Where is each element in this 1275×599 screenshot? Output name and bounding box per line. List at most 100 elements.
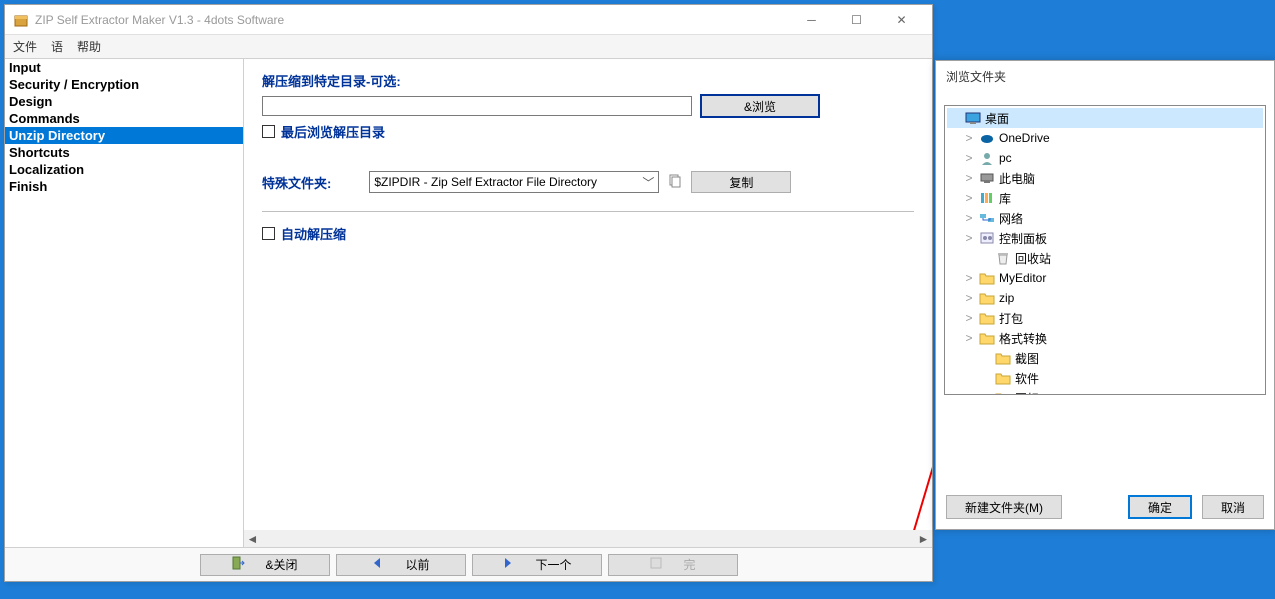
folder-tree[interactable]: 桌面>OneDrive>pc>此电脑>库>网络>控制面板回收站>MyEditor… xyxy=(944,105,1266,395)
tree-item[interactable]: > 此电脑 xyxy=(947,168,1263,188)
divider xyxy=(262,211,914,212)
maximize-button[interactable]: ☐ xyxy=(834,5,879,34)
unzip-dir-label: 解压缩到特定目录-可选: xyxy=(262,71,914,90)
tree-item[interactable]: > MyEditor xyxy=(947,268,1263,288)
bin-icon xyxy=(995,250,1011,266)
expand-icon[interactable]: > xyxy=(963,131,975,145)
tree-item[interactable]: > OneDrive xyxy=(947,128,1263,148)
tree-item-label: OneDrive xyxy=(999,131,1050,145)
sidebar-item-commands[interactable]: Commands xyxy=(5,110,243,127)
tree-item[interactable]: > 控制面板 xyxy=(947,228,1263,248)
menu-lang[interactable]: 语 xyxy=(51,38,63,55)
menu-help[interactable]: 帮助 xyxy=(77,38,101,55)
folder-icon xyxy=(979,310,995,326)
tree-item[interactable]: >库 xyxy=(947,188,1263,208)
folder-icon xyxy=(979,290,995,306)
tree-item-label: 格式转换 xyxy=(999,330,1047,347)
sidebar-item-unzip-directory[interactable]: Unzip Directory xyxy=(5,127,243,144)
expand-icon[interactable]: > xyxy=(963,211,975,225)
close-button[interactable]: ✕ xyxy=(879,5,924,34)
tree-item-label: MyEditor xyxy=(999,271,1046,285)
net-icon xyxy=(979,210,995,226)
tree-item-label: zip xyxy=(999,291,1014,305)
expand-icon[interactable]: > xyxy=(963,291,975,305)
onedrive-icon xyxy=(979,130,995,146)
finish-button[interactable]: 完 xyxy=(608,554,738,576)
main-window: ZIP Self Extractor Maker V1.3 - 4dots So… xyxy=(4,4,933,582)
tree-item-label: 打包 xyxy=(999,310,1023,327)
lib-icon xyxy=(979,190,995,206)
sidebar-item-finish[interactable]: Finish xyxy=(5,178,243,195)
tree-item-label: 截图 xyxy=(1015,350,1039,367)
window-title: ZIP Self Extractor Maker V1.3 - 4dots So… xyxy=(35,13,789,27)
sidebar-item-design[interactable]: Design xyxy=(5,93,243,110)
prev-button[interactable]: 以前 xyxy=(336,554,466,576)
ok-button[interactable]: 确定 xyxy=(1128,495,1192,519)
minimize-button[interactable]: ─ xyxy=(789,5,834,34)
tree-item-label: 此电脑 xyxy=(999,170,1035,187)
sidebar-item-input[interactable]: Input xyxy=(5,59,243,76)
user-icon xyxy=(979,150,995,166)
special-folder-label: 特殊文件夹: xyxy=(262,173,331,192)
tree-item[interactable]: 截图 xyxy=(947,348,1263,368)
sidebar-item-localization[interactable]: Localization xyxy=(5,161,243,178)
expand-icon[interactable]: > xyxy=(963,311,975,325)
tree-item-label: 图标 xyxy=(1015,390,1039,396)
pc-icon xyxy=(979,170,995,186)
menubar: 文件 语 帮助 xyxy=(5,35,932,59)
menu-file[interactable]: 文件 xyxy=(13,38,37,55)
scroll-right-icon[interactable]: ► xyxy=(915,530,932,547)
tree-item[interactable]: 桌面 xyxy=(947,108,1263,128)
tree-item-label: pc xyxy=(999,151,1012,165)
content-area: Input Security / Encryption Design Comma… xyxy=(5,59,932,547)
tree-item-label: 回收站 xyxy=(1015,250,1051,267)
open-after-checkbox[interactable] xyxy=(262,125,275,138)
cancel-button[interactable]: 取消 xyxy=(1202,495,1264,519)
open-after-label: 最后浏览解压目录 xyxy=(281,122,385,141)
browse-folder-dialog: 浏览文件夹 桌面>OneDrive>pc>此电脑>库>网络>控制面板回收站>My… xyxy=(935,60,1275,530)
copy-icon[interactable] xyxy=(667,173,683,192)
arrow-right-icon xyxy=(501,556,515,573)
main-panel: 解压缩到特定目录-可选: &浏览 最后浏览解压目录 特殊文件夹: $ZIPDIR… xyxy=(244,59,932,547)
dialog-buttons: 新建文件夹(M) 确定 取消 xyxy=(936,495,1274,519)
horizontal-scrollbar[interactable]: ◄ ► xyxy=(244,530,932,547)
auto-unzip-checkbox[interactable] xyxy=(262,227,275,240)
tree-item-label: 软件 xyxy=(1015,370,1039,387)
tree-item[interactable]: > zip xyxy=(947,288,1263,308)
browse-button[interactable]: &浏览 xyxy=(700,94,820,118)
app-icon xyxy=(13,12,29,28)
next-button[interactable]: 下一个 xyxy=(472,554,602,576)
copy-button[interactable]: 复制 xyxy=(691,171,791,193)
special-folder-dropdown[interactable]: $ZIPDIR - Zip Self Extractor File Direct… xyxy=(369,171,659,193)
scroll-left-icon[interactable]: ◄ xyxy=(244,530,261,547)
unzip-dir-input[interactable] xyxy=(262,96,692,116)
expand-icon[interactable]: > xyxy=(963,271,975,285)
tree-item[interactable]: > pc xyxy=(947,148,1263,168)
tree-item[interactable]: 图标 xyxy=(947,388,1263,395)
expand-icon[interactable]: > xyxy=(963,331,975,345)
close-wizard-button[interactable]: &关闭 xyxy=(200,554,330,576)
desktop-icon xyxy=(965,110,981,126)
door-icon xyxy=(231,556,245,573)
tree-item-label: 网络 xyxy=(999,210,1023,227)
tree-item-label: 桌面 xyxy=(985,110,1009,127)
tree-item[interactable]: > 打包 xyxy=(947,308,1263,328)
folder-icon xyxy=(979,330,995,346)
scroll-track[interactable] xyxy=(261,530,915,547)
expand-icon[interactable]: > xyxy=(963,151,975,165)
auto-unzip-label: 自动解压缩 xyxy=(281,224,346,243)
tree-item[interactable]: 回收站 xyxy=(947,248,1263,268)
cpl-icon xyxy=(979,230,995,246)
expand-icon[interactable]: > xyxy=(963,191,975,205)
sidebar-item-security[interactable]: Security / Encryption xyxy=(5,76,243,93)
sidebar-item-shortcuts[interactable]: Shortcuts xyxy=(5,144,243,161)
new-folder-button[interactable]: 新建文件夹(M) xyxy=(946,495,1062,519)
finish-icon xyxy=(649,556,663,573)
tree-item[interactable]: > 网络 xyxy=(947,208,1263,228)
expand-icon[interactable]: > xyxy=(963,171,975,185)
folder-icon xyxy=(995,350,1011,366)
expand-icon[interactable]: > xyxy=(963,231,975,245)
tree-item-label: 控制面板 xyxy=(999,230,1047,247)
tree-item[interactable]: 软件 xyxy=(947,368,1263,388)
tree-item[interactable]: > 格式转换 xyxy=(947,328,1263,348)
